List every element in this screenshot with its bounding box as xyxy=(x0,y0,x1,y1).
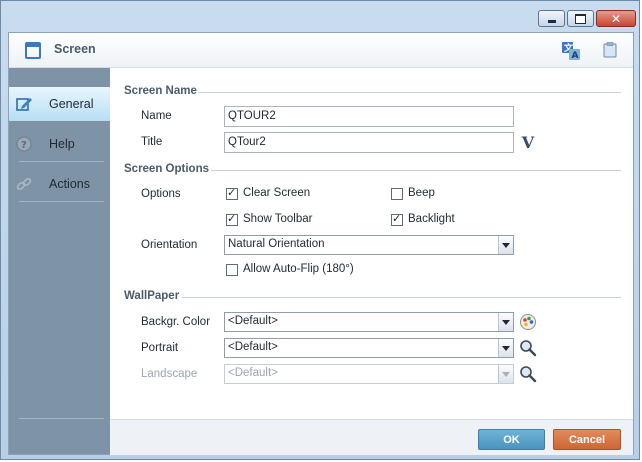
landscape-select[interactable]: <Default> xyxy=(224,364,514,384)
chevron-down-icon[interactable] xyxy=(498,339,513,357)
svg-text:?: ? xyxy=(21,140,27,151)
close-icon: ✕ xyxy=(610,11,622,26)
cancel-button[interactable]: Cancel xyxy=(553,429,621,450)
section-wallpaper: WallPaper xyxy=(124,290,180,302)
title-bar[interactable]: ✕ xyxy=(1,1,639,33)
sidebar-divider xyxy=(19,201,104,202)
help-icon: ? xyxy=(16,136,32,152)
sidebar-item-help[interactable]: ? Help xyxy=(9,127,110,161)
background-color-value: <Default> xyxy=(228,315,278,327)
minimize-icon xyxy=(547,19,556,23)
sidebar: General ? Help Actions xyxy=(9,68,110,454)
search-icon xyxy=(520,366,537,383)
sidebar-item-label: Actions xyxy=(49,177,90,191)
orientation-label: Orientation xyxy=(141,239,198,251)
close-button[interactable]: ✕ xyxy=(596,10,636,27)
section-divider xyxy=(211,170,621,171)
options-label: Options xyxy=(141,188,181,200)
sidebar-divider xyxy=(19,418,104,419)
show-toolbar-checkbox[interactable] xyxy=(226,212,238,226)
sidebar-item-label: Help xyxy=(49,137,75,151)
backlight-checkbox[interactable] xyxy=(391,212,403,226)
translate-icon[interactable]: 文 A xyxy=(561,41,581,61)
link-icon xyxy=(16,177,32,191)
background-color-label: Backgr. Color xyxy=(141,316,211,328)
maximize-button[interactable] xyxy=(567,10,594,27)
portrait-label: Portrait xyxy=(141,342,179,354)
section-screen-name: Screen Name xyxy=(124,85,197,97)
clear-screen-label: Clear Screen xyxy=(243,187,311,199)
dialog-client: Screen 文 A General ? Help Actions Screen… xyxy=(8,32,634,455)
color-picker-button[interactable] xyxy=(518,312,538,332)
background-color-select[interactable]: <Default> xyxy=(224,312,514,332)
sidebar-item-actions[interactable]: Actions xyxy=(9,167,110,201)
palette-icon xyxy=(520,314,536,330)
backlight-label: Backlight xyxy=(408,213,455,225)
chevron-down-icon[interactable] xyxy=(498,313,513,331)
maximize-icon xyxy=(575,13,586,24)
section-screen-options: Screen Options xyxy=(124,163,209,175)
portrait-select[interactable]: <Default> xyxy=(224,338,514,358)
sidebar-item-label: General xyxy=(49,97,94,111)
chevron-down-icon[interactable] xyxy=(498,365,513,383)
beep-label: Beep xyxy=(408,187,435,199)
name-field[interactable]: QTOUR2 xyxy=(224,106,514,127)
section-divider xyxy=(198,92,621,93)
sidebar-divider xyxy=(19,161,104,162)
clipboard-icon[interactable] xyxy=(603,42,617,58)
screen-icon xyxy=(25,42,41,59)
section-divider xyxy=(182,297,621,298)
edit-icon xyxy=(16,98,32,111)
ok-button[interactable]: OK xyxy=(478,429,545,450)
page-title: Screen xyxy=(54,42,96,56)
auto-flip-checkbox[interactable] xyxy=(226,264,238,276)
orientation-select[interactable]: Natural Orientation xyxy=(224,235,514,255)
chevron-down-icon[interactable] xyxy=(498,236,513,254)
clear-screen-checkbox[interactable] xyxy=(226,186,238,200)
title-label: Title xyxy=(141,136,163,148)
variable-button[interactable]: V xyxy=(518,132,538,152)
landscape-browse-button[interactable] xyxy=(518,364,538,384)
auto-flip-label: Allow Auto-Flip (180°) xyxy=(243,263,354,275)
minimize-button[interactable] xyxy=(538,10,565,27)
landscape-label: Landscape xyxy=(141,368,198,380)
dialog-header: Screen 文 A xyxy=(9,33,633,68)
landscape-value: <Default> xyxy=(228,367,278,379)
beep-checkbox[interactable] xyxy=(391,188,403,200)
dialog-footer: OK Cancel xyxy=(110,419,633,455)
svg-text:A: A xyxy=(572,51,579,61)
dialog-window: ✕ Screen 文 A General ? Help Actions Scre… xyxy=(0,0,640,460)
title-field[interactable]: QTour2 xyxy=(224,132,514,153)
sidebar-item-general[interactable]: General xyxy=(9,87,110,121)
name-label: Name xyxy=(141,110,172,122)
portrait-value: <Default> xyxy=(228,341,278,353)
orientation-value: Natural Orientation xyxy=(228,238,325,250)
portrait-browse-button[interactable] xyxy=(518,338,538,358)
search-icon xyxy=(520,340,537,357)
general-panel: Screen Name Name QTOUR2 Title QTour2 V S… xyxy=(110,68,633,419)
show-toolbar-label: Show Toolbar xyxy=(243,213,313,225)
